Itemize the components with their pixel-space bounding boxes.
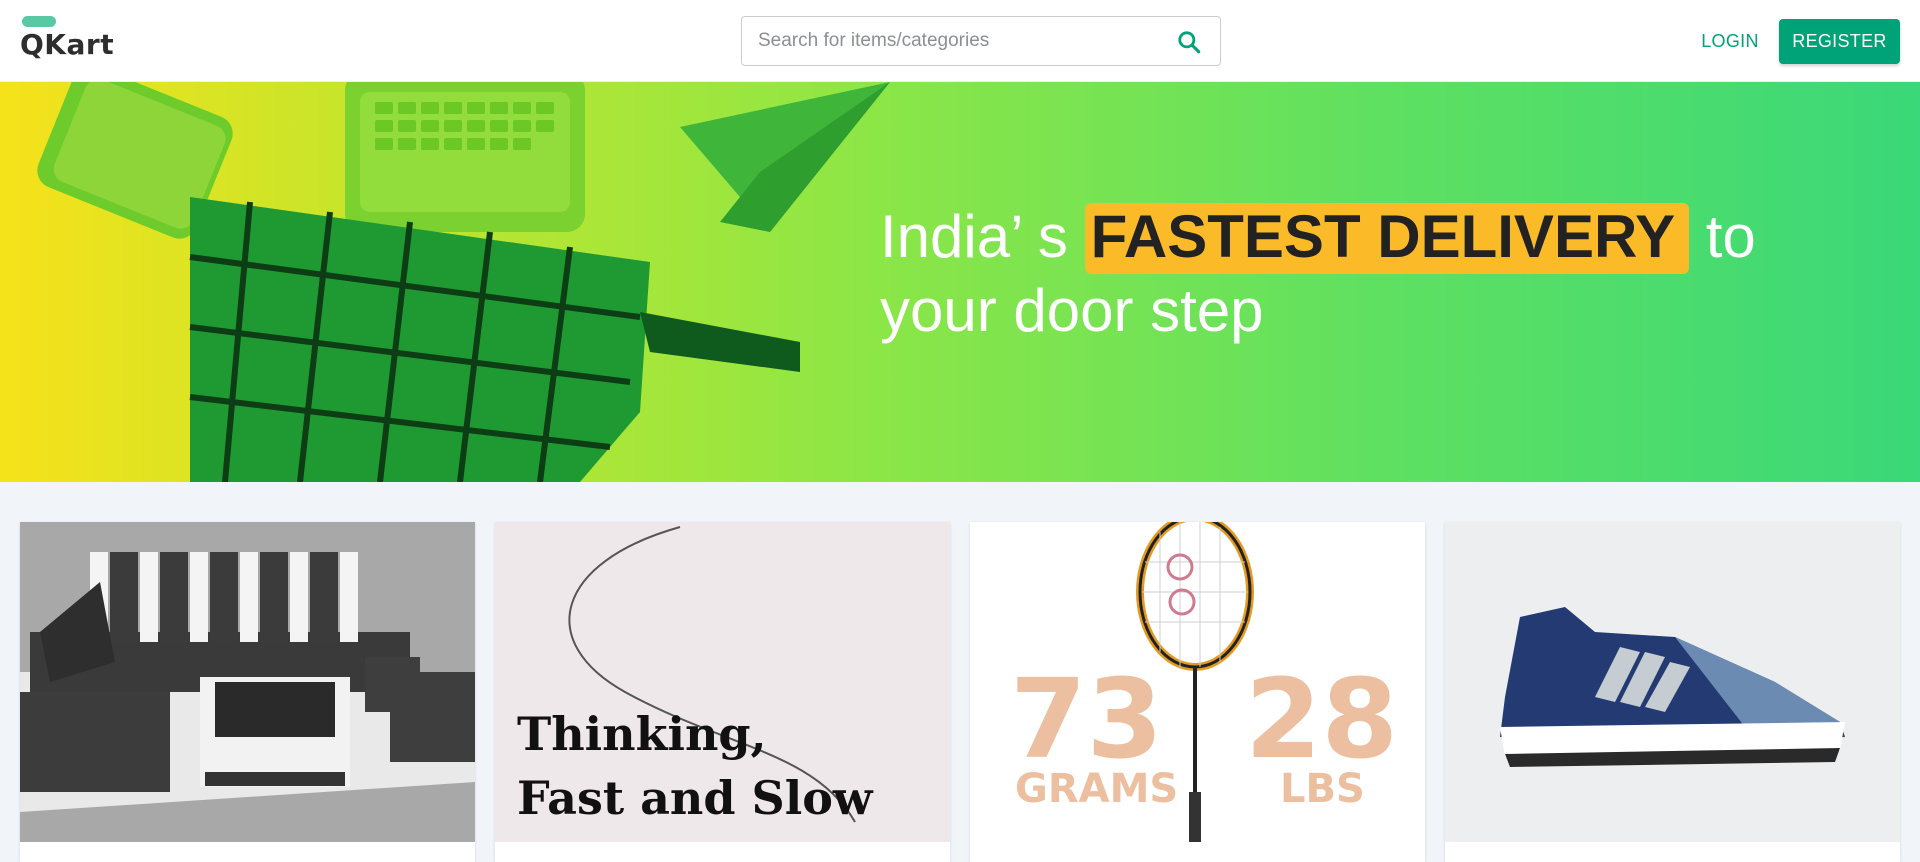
laptop-icon <box>345 82 585 232</box>
login-button[interactable]: LOGIN <box>1690 20 1770 62</box>
racket-tension-number: 28 <box>1245 655 1398 783</box>
badminton-racket-image: 73 GRAMS 28 LBS <box>970 522 1425 842</box>
search-icon[interactable] <box>1176 29 1202 55</box>
search-input[interactable] <box>758 17 1158 65</box>
paper-plane-icon <box>680 82 890 232</box>
top-app-bar: QKart LOGIN REGISTER <box>0 0 1920 82</box>
hero-banner: India’ s FASTEST DELIVERY to your door s… <box>0 82 1920 482</box>
qkart-logo[interactable]: QKart <box>20 16 120 64</box>
product-card[interactable] <box>20 522 475 862</box>
hero-text-before: India’ s <box>880 203 1085 270</box>
shopping-cart-illustration <box>37 82 890 482</box>
book-title-line1: Thinking, <box>517 707 767 761</box>
product-card[interactable]: Thinking, Fast and Slow <box>495 522 950 862</box>
product-card[interactable] <box>1445 522 1900 862</box>
hero-highlight: FASTEST DELIVERY <box>1084 203 1690 274</box>
shoe-image <box>1445 522 1900 842</box>
search-bar <box>741 16 1221 66</box>
logo-text: QKart <box>20 28 115 61</box>
hero-headline: India’ s FASTEST DELIVERY to your door s… <box>880 200 1840 348</box>
product-card[interactable]: 73 GRAMS 28 LBS <box>970 522 1425 862</box>
racket-tension-unit: LBS <box>1280 766 1365 812</box>
racket-weight-unit: GRAMS <box>1015 766 1178 812</box>
book-title-line2: Fast and Slow <box>517 771 874 825</box>
book-cover-image: Thinking, Fast and Slow <box>495 522 950 842</box>
register-button[interactable]: REGISTER <box>1779 19 1900 64</box>
sofa-image <box>20 522 475 842</box>
cart-grid <box>189 197 800 482</box>
logo-mark <box>22 16 56 27</box>
racket-weight-number: 73 <box>1010 655 1163 783</box>
product-grid: Thinking, Fast and Slow 73 GRAMS 28 LBS <box>0 522 1920 862</box>
